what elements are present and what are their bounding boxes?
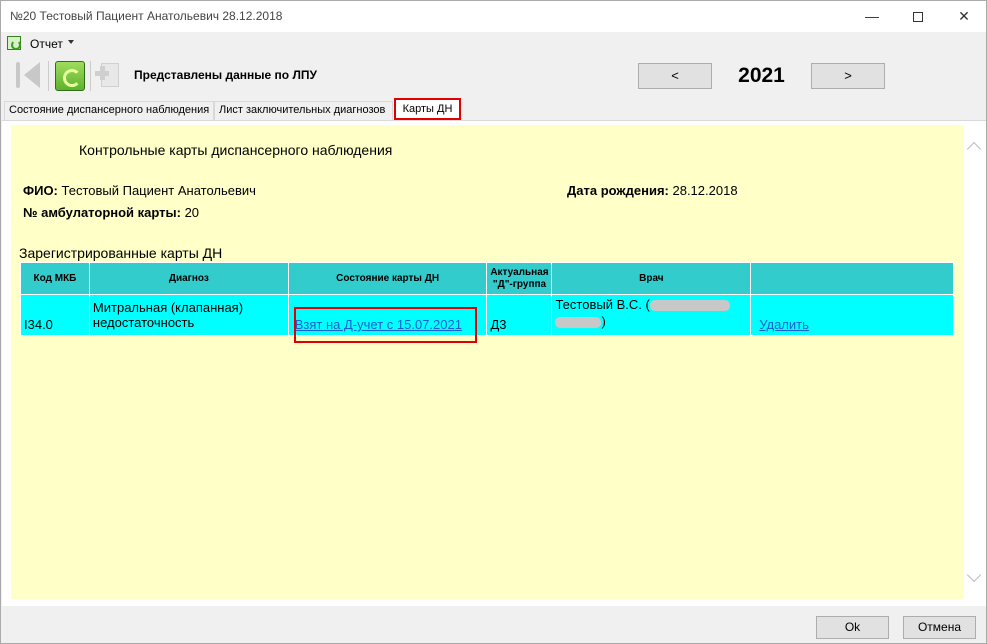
doctor-suffix: ) [601, 314, 606, 329]
doctor-name: Тестовый В.С. ( [555, 297, 650, 312]
table-row: I34.0 Митральная (клапанная) недостаточн… [20, 294, 954, 336]
prev-year-button[interactable]: < [638, 63, 712, 89]
scroll-up-icon[interactable] [966, 141, 982, 157]
card-state-link[interactable]: Взят на Д-учет с 15.07.2021 [295, 317, 462, 332]
refresh-small-icon [7, 36, 21, 50]
page-title: Контрольные карты диспансерного наблюден… [79, 142, 393, 158]
header-group: Актуальная "Д"-группа [486, 262, 553, 295]
cancel-button[interactable]: Отмена [903, 616, 976, 639]
tab-strip: Состояние диспансерного наблюдения Лист … [1, 98, 986, 120]
table-header-row: Код МКБ Диагноз Состояние карты ДН Актуа… [20, 262, 954, 295]
year-label: 2021 [738, 64, 785, 87]
title-bar: №20 Тестовый Пациент Анатольевич 28.12.2… [1, 1, 986, 32]
header-action [750, 262, 954, 295]
minimize-button[interactable]: — [849, 1, 895, 32]
tab-page: Контрольные карты диспансерного наблюден… [2, 120, 986, 606]
header-doctor: Врач [551, 262, 752, 295]
chevron-down-icon[interactable] [68, 40, 74, 44]
cell-group: Д3 [486, 294, 553, 336]
scroll-down-icon[interactable] [966, 567, 982, 583]
maximize-button[interactable] [895, 1, 941, 32]
menu-report[interactable]: Отчет [30, 37, 63, 51]
delete-link[interactable]: Удалить [759, 317, 809, 332]
header-state: Состояние карты ДН [287, 262, 488, 295]
redacted-text [649, 300, 730, 312]
dob-value: 28.12.2018 [668, 183, 738, 198]
cell-state: Взят на Д-учет с 15.07.2021 [287, 294, 488, 336]
amb-label: № амбулаторной карты: [23, 205, 181, 220]
ok-button[interactable]: Ok [816, 616, 889, 639]
tab-dispensary-status[interactable]: Состояние диспансерного наблюдения [4, 101, 214, 120]
patient-name: ФИО: Тестовый Пациент Анатольевич [23, 183, 256, 198]
toolbar-separator [48, 61, 49, 91]
tab-final-diagnoses[interactable]: Лист заключительных диагнозов [214, 101, 393, 120]
header-diagnosis: Диагноз [88, 262, 289, 295]
dn-cards-table: Код МКБ Диагноз Состояние карты ДН Актуа… [20, 262, 954, 336]
dob-label: Дата рождения: [567, 183, 669, 198]
fio-label: ФИО: [23, 183, 58, 198]
refresh-icon[interactable] [55, 61, 85, 91]
tab-dn-cards[interactable]: Карты ДН [394, 98, 461, 120]
data-source-label: Представлены данные по ЛПУ [134, 68, 317, 82]
toolbar-separator [90, 61, 91, 91]
cell-action: Удалить [750, 294, 954, 336]
add-document-icon[interactable] [95, 61, 125, 91]
header-code: Код МКБ [20, 262, 90, 295]
vertical-scrollbar[interactable] [965, 125, 984, 599]
main-window: №20 Тестовый Пациент Анатольевич 28.12.2… [0, 0, 987, 644]
cell-diagnosis: Митральная (клапанная) недостаточность [88, 294, 289, 336]
menu-bar: Отчет [1, 32, 986, 55]
redacted-text [555, 317, 602, 329]
amb-value: 20 [180, 205, 200, 220]
next-year-button[interactable]: > [811, 63, 885, 89]
cell-doctor: Тестовый В.С. () [551, 294, 752, 336]
fio-value: Тестовый Пациент Анатольевич [57, 183, 256, 198]
toolbar: Представлены данные по ЛПУ < 2021 > [1, 55, 986, 97]
close-button[interactable]: ✕ [941, 1, 987, 32]
maximize-icon [913, 12, 923, 23]
window-title: №20 Тестовый Пациент Анатольевич 28.12.2… [10, 9, 283, 23]
ambulatory-card-number: № амбулаторной карты: 20 [23, 205, 199, 220]
back-icon[interactable] [16, 60, 42, 90]
cell-code: I34.0 [20, 294, 90, 336]
cards-panel: Контрольные карты диспансерного наблюден… [11, 125, 964, 599]
section-title: Зарегистрированные карты ДН [19, 245, 223, 261]
patient-dob: Дата рождения: 28.12.2018 [567, 183, 738, 198]
